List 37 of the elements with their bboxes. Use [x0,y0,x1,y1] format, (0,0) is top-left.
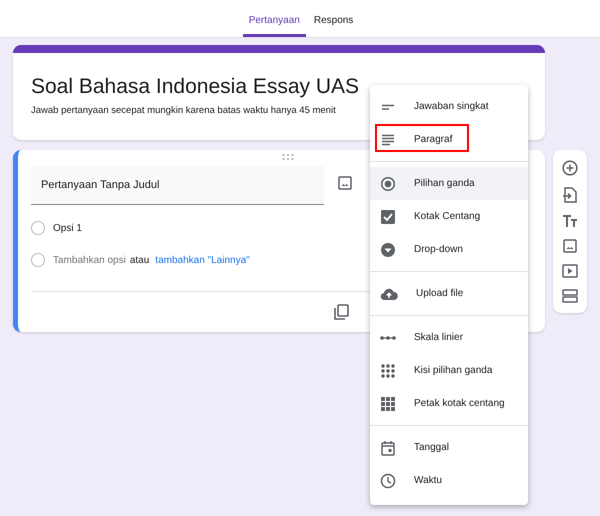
menu-item[interactable]: Paragraf [370,123,528,156]
video-icon[interactable] [562,264,578,278]
import-icon[interactable] [563,187,577,203]
menu-item[interactable]: Kisi pilihan ganda [370,354,528,387]
checkbox-grid-icon [380,396,396,412]
menu-item[interactable]: Waktu [370,464,528,497]
radio-icon [380,176,396,192]
menu-item[interactable]: Kotak Centang [370,200,528,233]
drag-handle-icon[interactable] [282,154,294,160]
linear-scale-icon [380,336,396,340]
add-option-field[interactable]: Tambahkan opsi [53,254,126,266]
cloud-upload-icon [380,286,398,300]
menu-item[interactable]: Petak kotak centang [370,387,528,420]
title-icon[interactable] [562,214,578,228]
radio-button[interactable] [31,221,45,235]
menu-item[interactable]: Upload file [370,277,528,310]
menu-item[interactable]: Jawaban singkat [370,90,528,123]
add-other-link[interactable]: tambahkan "Lainnya" [155,254,250,266]
copy-icon[interactable] [334,304,349,320]
checkbox-icon [380,208,396,224]
question-title-field[interactable]: Pertanyaan Tanpa Judul [31,166,324,205]
tab[interactable]: Pertanyaan [242,15,306,37]
clock-icon [380,472,396,488]
option-label[interactable]: Opsi 1 [53,222,82,234]
image-icon[interactable] [338,176,352,190]
dropdown-icon [380,242,396,258]
radio-grid-icon [380,362,396,378]
menu-item[interactable]: Drop-down [370,233,528,266]
tab[interactable]: Respons [308,15,360,37]
menu-item[interactable]: Pilihan ganda [370,167,528,200]
calendar-icon [380,440,396,456]
image-icon[interactable] [563,239,577,253]
or-label: atau [130,254,150,266]
add-icon[interactable] [562,160,578,176]
section-icon[interactable] [562,289,578,303]
menu-item[interactable]: Skala linier [370,321,528,354]
menu-item[interactable]: Tanggal [370,431,528,464]
